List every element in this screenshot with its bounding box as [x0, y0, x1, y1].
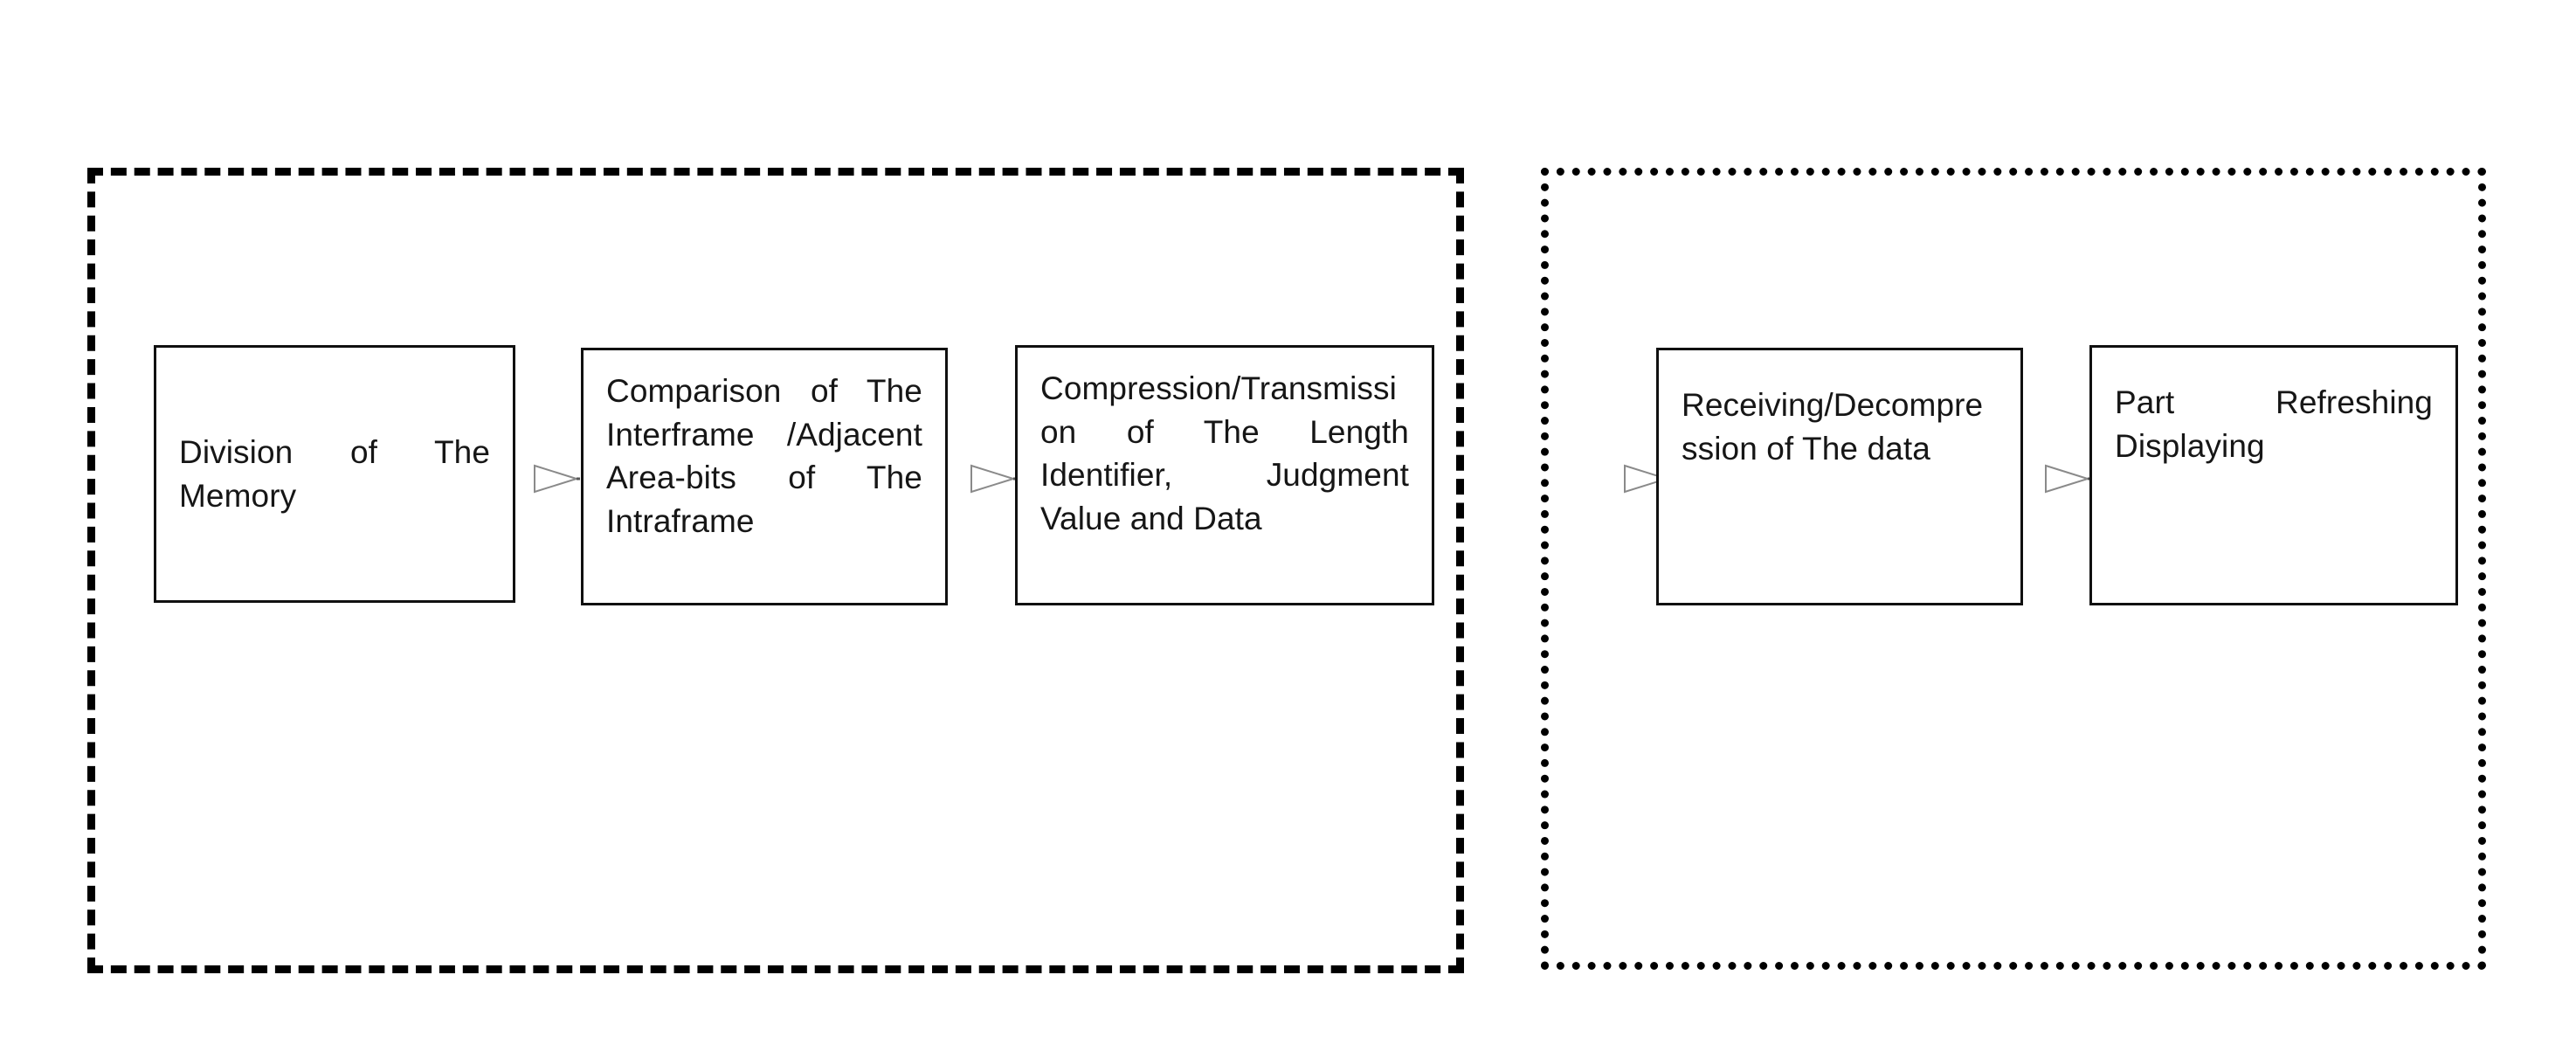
process-box-part-refreshing-label: Part Refreshing Displaying — [2115, 384, 2433, 464]
process-box-receiving-decompression-label: Receiving/Decompression of The data — [1682, 387, 1984, 467]
process-box-compression-transmission-label: Compression/Transmission of The Length I… — [1040, 370, 1409, 536]
process-box-part-refreshing[interactable]: Part Refreshing Displaying — [2089, 345, 2458, 605]
diagram-canvas: Division of The Memory Comparison of The… — [0, 0, 2576, 1051]
process-box-division-memory-label: Division of The Memory — [179, 433, 490, 514]
process-box-division-memory[interactable]: Division of The Memory — [154, 345, 515, 603]
process-box-comparison-interframe-label: Comparison of The Interframe /Adjacent A… — [606, 373, 922, 539]
process-box-comparison-interframe[interactable]: Comparison of The Interframe /Adjacent A… — [581, 348, 948, 605]
process-box-receiving-decompression[interactable]: Receiving/Decompression of The data — [1656, 348, 2023, 605]
process-box-compression-transmission[interactable]: Compression/Transmission of The Length I… — [1015, 345, 1434, 605]
